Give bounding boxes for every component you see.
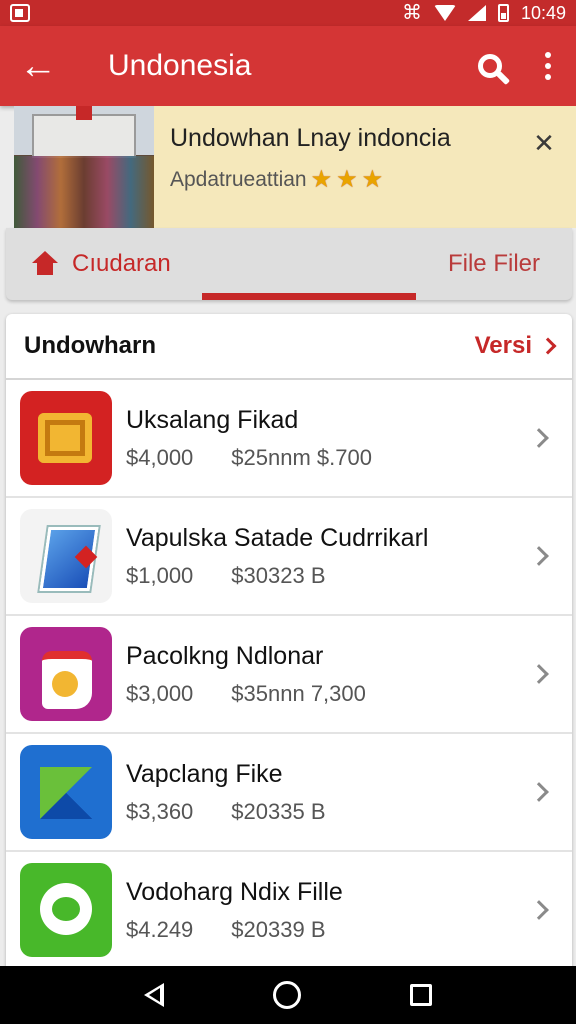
list-header: Undowharn Versi [6, 314, 572, 380]
list-item[interactable]: Vodoharg Ndix Fille $4.249 $20339 B [6, 852, 572, 970]
star-icon: ★ [336, 166, 358, 193]
back-arrow-icon: ← [19, 44, 57, 87]
item-detail: $30323 B [231, 562, 326, 588]
item-price: $4.249 [126, 916, 194, 942]
item-name: Pacolkng Ndlonar [126, 641, 324, 670]
star-icon: ★ [361, 166, 384, 193]
nav-back-icon[interactable] [144, 983, 165, 1007]
item-name: Vapclang Fike [126, 759, 283, 788]
tab-file-filer[interactable]: File Filer [448, 228, 540, 300]
status-bar: ⌘ 10:49 [0, 0, 576, 26]
tab-indicator [202, 293, 416, 300]
chevron-right-icon [529, 900, 549, 920]
app-bar: ← Undonesia [0, 26, 576, 106]
chevron-right-icon [529, 664, 549, 684]
home-icon [32, 251, 58, 277]
list-item[interactable]: Vapulska Satade Cudrrikarl $1,000 $30323… [6, 498, 572, 616]
chevron-right-icon [529, 782, 549, 802]
tab-home[interactable]: Cıudaran [32, 228, 171, 300]
tab-file-filer-label: File Filer [447, 250, 540, 277]
chat-app-icon [20, 863, 112, 957]
calculator-app-icon [20, 391, 112, 485]
item-name: Uksalang Fikad [126, 405, 299, 434]
banner-photo [14, 106, 154, 228]
list-item[interactable]: Uksalang Fikad $4,000 $25nnm $.700 [6, 380, 572, 498]
versi-link[interactable]: Versi [474, 332, 557, 360]
wifi-icon [433, 5, 456, 21]
chevron-right-icon [529, 546, 549, 566]
map-app-icon [20, 745, 112, 839]
app-list-card: Undowharn Versi Uksalang Fikad $4,000 $2… [6, 314, 572, 994]
banner-title: Undowhan Lnay indoncia [170, 124, 451, 152]
banner-subtitle-text: Apdatrueattian [170, 167, 307, 191]
battery-icon [497, 4, 509, 22]
versi-link-label: Versi [474, 332, 532, 359]
search-icon [478, 54, 502, 78]
back-button[interactable]: ← [0, 26, 76, 106]
pen-app-icon [20, 509, 112, 603]
chevron-right-icon [529, 428, 549, 448]
item-price: $3,000 [126, 680, 194, 706]
more-options-button[interactable] [520, 26, 576, 106]
list-title: Undowharn [24, 332, 156, 359]
close-icon: ✕ [533, 128, 555, 158]
item-detail: $20339 B [231, 916, 326, 942]
item-detail: $20335 B [231, 798, 326, 824]
gallery-app-icon [20, 627, 112, 721]
system-nav-bar [0, 966, 576, 1024]
signal-icon [467, 5, 486, 21]
item-detail: $25nnm $.700 [231, 444, 372, 470]
item-name: Vodoharg Ndix Fille [126, 877, 343, 906]
promo-banner[interactable]: Undowhan Lnay indoncia Apdatrueattian ★ … [14, 106, 576, 228]
item-detail: $35nnn 7,300 [231, 680, 366, 706]
more-vert-icon [545, 52, 551, 58]
item-price: $4,000 [126, 444, 194, 470]
nav-recents-icon[interactable] [409, 984, 432, 1006]
app-notification-icon [10, 4, 30, 22]
tab-bar: Cıudaran File Filer [6, 228, 572, 300]
chevron-right-icon [539, 337, 557, 355]
search-button[interactable] [460, 26, 520, 106]
page-title: Undonesia [108, 49, 252, 82]
item-name: Vapulska Satade Cudrrikarl [126, 523, 429, 552]
banner-close-button[interactable]: ✕ [512, 106, 576, 228]
item-price: $1,000 [126, 562, 194, 588]
tab-home-label: Cıudaran [72, 250, 171, 277]
list-item[interactable]: Vapclang Fike $3,360 $20335 B [6, 734, 572, 852]
status-time: 10:49 [520, 2, 566, 23]
nfc-icon: ⌘ [401, 2, 422, 24]
item-price: $3,360 [126, 798, 194, 824]
nav-home-icon[interactable] [272, 981, 301, 1009]
banner-subtitle: Apdatrueattian ★ ★ ★ [170, 165, 512, 194]
list-item[interactable]: Pacolkng Ndlonar $3,000 $35nnn 7,300 [6, 616, 572, 734]
star-icon: ★ [310, 166, 333, 193]
